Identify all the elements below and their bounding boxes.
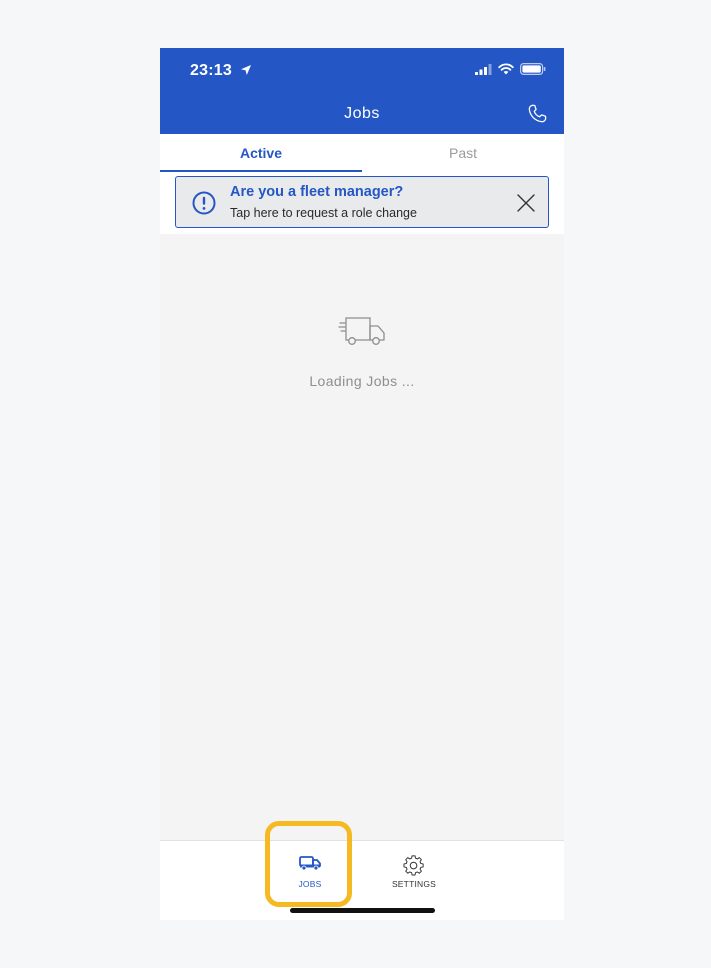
jobs-tabs: Active Past <box>160 134 564 172</box>
close-icon[interactable] <box>514 191 538 215</box>
fleet-manager-banner[interactable]: Are you a fleet manager? Tap here to req… <box>175 176 549 228</box>
jobs-content: Loading Jobs ... <box>160 234 564 840</box>
alert-icon <box>192 191 216 215</box>
loading-text: Loading Jobs ... <box>309 373 415 389</box>
phone-screen: 23:13 Jobs Active Past Are you a fleet m… <box>160 48 564 920</box>
nav-settings-label: SETTINGS <box>391 879 437 889</box>
banner-title: Are you a fleet manager? <box>230 184 404 200</box>
tab-past[interactable]: Past <box>362 134 564 172</box>
nav-settings[interactable]: SETTINGS <box>374 841 454 905</box>
status-time: 23:13 <box>190 62 252 80</box>
battery-icon <box>520 63 546 75</box>
tab-active[interactable]: Active <box>160 134 362 172</box>
gear-icon <box>403 855 424 876</box>
location-arrow-icon <box>240 65 251 75</box>
highlight-box <box>265 821 352 907</box>
phone-call-icon[interactable] <box>526 103 548 125</box>
banner-subtitle: Tap here to request a role change <box>230 206 417 220</box>
banner-container: Are you a fleet manager? Tap here to req… <box>160 172 564 234</box>
app-header: 23:13 Jobs <box>160 48 564 134</box>
status-time-text: 23:13 <box>190 62 232 79</box>
wifi-icon <box>498 63 514 75</box>
signal-icon <box>475 63 492 75</box>
page-title: Jobs <box>344 105 380 122</box>
truck-icon <box>338 317 385 345</box>
home-indicator[interactable] <box>290 908 435 913</box>
status-icons <box>475 63 546 75</box>
